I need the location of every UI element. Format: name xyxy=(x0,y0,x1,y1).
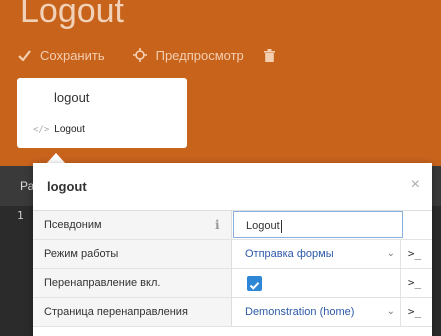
delete-button[interactable] xyxy=(263,48,284,62)
popup-code-label: Logout xyxy=(54,124,85,135)
redirect-page-select[interactable]: Demonstration (home) ⌄ xyxy=(233,298,403,326)
property-row-redirect-page: Страница перенаправления Demonstration (… xyxy=(33,298,432,327)
property-row-redirect-enabled: Перенаправление вкл. >_ xyxy=(33,269,432,298)
page-title: Logout xyxy=(20,0,124,30)
prompt-button[interactable]: >_ xyxy=(400,269,428,297)
property-row-mode: Режим работы Отправка формы ⌄ >_ xyxy=(33,240,432,269)
property-row-alias: Псевдоним i Logout xyxy=(33,211,432,240)
check-icon xyxy=(18,49,31,61)
mode-select-value: Отправка формы xyxy=(245,248,334,260)
redirect-page-select-value: Demonstration (home) xyxy=(245,306,355,318)
trash-icon xyxy=(263,48,275,62)
chevron-down-icon: ⌄ xyxy=(386,248,395,259)
inspector-title: logout xyxy=(47,179,87,194)
properties-inspector: logout × Псевдоним i Logout Режим работы… xyxy=(33,163,432,336)
popup-title: logout xyxy=(54,90,90,105)
property-label: Перенаправление вкл. xyxy=(33,269,232,297)
line-number: 1 xyxy=(17,209,24,222)
save-label: Сохранить xyxy=(40,47,105,63)
close-icon[interactable]: × xyxy=(411,176,420,194)
property-label: Псевдоним xyxy=(33,211,232,239)
preview-label: Предпросмотр xyxy=(155,47,244,63)
alias-input[interactable]: Logout xyxy=(233,211,403,238)
text-caret xyxy=(280,219,282,233)
info-icon[interactable]: i xyxy=(215,211,220,239)
save-button[interactable]: Сохранить xyxy=(18,48,105,63)
element-popup[interactable]: logout </> Logout xyxy=(17,78,187,148)
redirect-enabled-field xyxy=(233,269,403,297)
crosshair-icon xyxy=(132,48,147,62)
mode-select[interactable]: Отправка формы ⌄ xyxy=(233,240,403,268)
prompt-button[interactable]: >_ xyxy=(400,298,428,326)
check-icon xyxy=(249,282,260,290)
prompt-button[interactable]: >_ xyxy=(400,240,428,268)
property-label: Режим работы xyxy=(33,240,232,268)
popup-code-link[interactable]: </> Logout xyxy=(33,124,85,135)
code-icon: </> xyxy=(33,124,50,135)
inspector-header: logout × xyxy=(33,163,432,211)
alias-input-value: Logout xyxy=(246,220,280,232)
property-label: Страница перенаправления xyxy=(33,298,232,326)
toolbar: Сохранить Предпросмотр xyxy=(18,45,312,65)
chevron-down-icon: ⌄ xyxy=(386,306,395,317)
redirect-enabled-checkbox[interactable] xyxy=(247,276,262,291)
preview-button[interactable]: Предпросмотр xyxy=(132,47,244,63)
